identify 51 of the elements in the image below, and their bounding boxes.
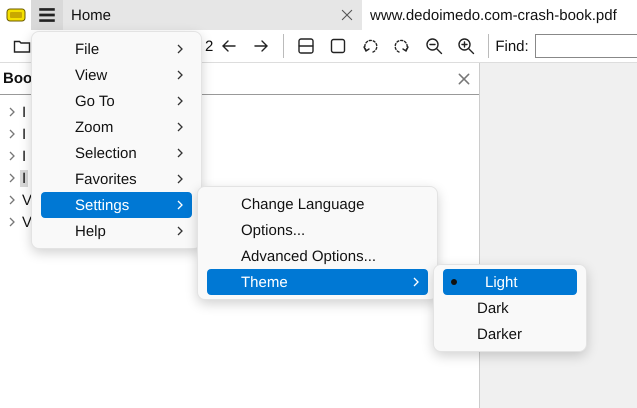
close-icon [457,72,471,86]
menu-item[interactable]: Help [41,218,192,244]
menu-item[interactable]: File [41,36,192,62]
chevron-icon [176,148,184,158]
bookmark-item[interactable]: I [20,104,28,120]
menu-item[interactable]: Light [443,269,577,295]
menu-item[interactable]: Go To [41,88,192,114]
chevron-icon [176,226,184,236]
find-field[interactable] [534,34,637,58]
bookmark-item[interactable]: I [20,170,28,186]
menu-item[interactable]: Darker [443,321,577,347]
menu-icon [37,5,57,25]
menu-item[interactable]: Dark [443,295,577,321]
app-logo-icon [6,8,26,22]
find-label: Find: [495,38,529,54]
document-tab[interactable]: Home [63,0,362,30]
chevron-icon [176,44,184,54]
chevron-icon [176,122,184,132]
menu-item[interactable]: View [41,62,192,88]
fit-width-icon [297,37,316,55]
bookmark-item[interactable]: I [20,148,28,164]
chevron-icon [176,96,184,106]
menu-item[interactable]: Favorites [41,166,192,192]
chevron-icon [8,129,16,139]
zoom-out-icon [425,37,444,55]
bookmark-item[interactable]: V [20,214,34,230]
rotate-left-icon [361,37,380,55]
chevron-icon [8,107,16,117]
menu-item[interactable]: Advanced Options... [207,243,428,269]
bookmark-item[interactable]: I [20,126,28,142]
chevron-icon [176,174,184,184]
chevron-icon [176,200,184,210]
chevron-icon [176,70,184,80]
fit-page-icon [329,37,348,55]
menu-item[interactable]: Theme [207,269,428,295]
menu-button[interactable] [31,0,63,30]
menu-item[interactable]: Change Language [207,191,428,217]
chevron-icon [8,173,16,183]
page-count: 2 [205,38,214,54]
chevron-icon [8,217,16,227]
bookmark-item[interactable]: V [20,192,34,208]
close-icon [340,8,354,22]
menu-item[interactable]: Options... [207,217,428,243]
rotate-right-icon [393,37,412,55]
menu-item[interactable]: Selection [41,140,192,166]
menu-item[interactable]: Settings [41,192,192,218]
chevron-icon [8,151,16,161]
panel-title: Boo [3,70,32,87]
zoom-in-icon [457,37,476,55]
menu-item[interactable]: Zoom [41,114,192,140]
chevron-icon [8,195,16,205]
